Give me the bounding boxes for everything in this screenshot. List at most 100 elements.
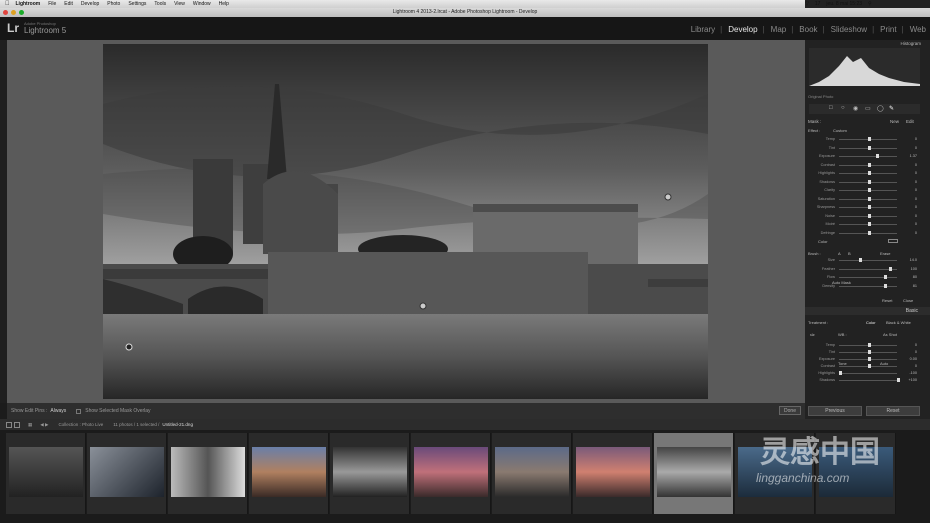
slider-track[interactable] xyxy=(839,156,897,157)
brush-erase-button[interactable]: Erase xyxy=(880,251,890,256)
filmstrip-file[interactable]: Untitled-21.dng xyxy=(162,422,193,427)
panel-reset-button[interactable]: Reset xyxy=(882,298,892,303)
slider-thumb[interactable] xyxy=(868,188,871,192)
menu-settings[interactable]: Settings xyxy=(128,1,146,7)
wb-select[interactable]: As Shot xyxy=(883,332,897,337)
slider-value[interactable]: 0 xyxy=(915,214,917,218)
histogram-header[interactable]: Histogram xyxy=(808,41,921,47)
thumbnail[interactable] xyxy=(492,433,572,514)
slider-thumb[interactable] xyxy=(876,154,879,158)
effect-select[interactable]: Custom xyxy=(833,128,847,133)
slider-track[interactable] xyxy=(839,260,897,261)
zoom-window-icon[interactable] xyxy=(19,10,24,15)
wifi-icon[interactable]: ▽ xyxy=(805,1,809,7)
main-photo[interactable] xyxy=(103,44,708,399)
left-panel-collapsed[interactable] xyxy=(0,40,7,403)
slider-thumb[interactable] xyxy=(868,171,871,175)
treatment-bw[interactable]: Black & White xyxy=(886,320,911,325)
menu-tools[interactable]: Tools xyxy=(154,1,166,7)
brush-a-button[interactable]: A xyxy=(838,251,841,256)
spot-removal-icon[interactable]: ○ xyxy=(841,105,845,111)
thumbnail[interactable] xyxy=(168,433,248,514)
thumbnail[interactable] xyxy=(6,433,86,514)
slider-thumb[interactable] xyxy=(868,179,871,184)
slider-value[interactable]: 0 xyxy=(915,350,917,354)
thumbnail[interactable] xyxy=(411,433,491,514)
menu-develop[interactable]: Develop xyxy=(81,1,99,7)
module-book[interactable]: Book xyxy=(799,25,817,34)
grid-icon[interactable]: ▦ xyxy=(28,422,32,428)
slider-value[interactable]: 14.0 xyxy=(910,258,917,262)
slider-value[interactable]: 0 xyxy=(915,146,917,150)
slider-value[interactable]: 0 xyxy=(915,231,917,235)
graduated-filter-icon[interactable]: ▭ xyxy=(865,105,871,112)
slider-thumb[interactable] xyxy=(868,137,871,141)
nav-arrows[interactable]: ◀ ▶ xyxy=(40,422,48,428)
search-icon[interactable]: ⚲ xyxy=(868,1,872,7)
slider-thumb[interactable] xyxy=(839,371,842,375)
slider-thumb[interactable] xyxy=(868,205,871,209)
menu-edit[interactable]: Edit xyxy=(64,1,73,7)
auto-mask-checkbox[interactable]: Auto Mask xyxy=(832,280,851,285)
module-slideshow[interactable]: Slideshow xyxy=(831,25,867,34)
slider-track[interactable] xyxy=(839,380,897,381)
slider-value[interactable]: -100 xyxy=(909,371,917,375)
menu-help[interactable]: Help xyxy=(219,1,229,7)
minimize-window-icon[interactable] xyxy=(11,10,16,15)
slider-thumb[interactable] xyxy=(897,378,900,382)
slider-value[interactable]: 100 xyxy=(911,267,917,271)
adjustment-brush-icon[interactable]: ✎ xyxy=(889,105,894,112)
module-develop[interactable]: Develop xyxy=(728,25,757,34)
panel-close-button[interactable]: Close xyxy=(903,298,913,303)
close-window-icon[interactable] xyxy=(3,10,8,15)
grid-view-icon[interactable] xyxy=(6,421,12,428)
edit-pin[interactable] xyxy=(419,302,427,310)
slider-value[interactable]: 0 xyxy=(915,171,917,175)
slider-thumb[interactable] xyxy=(868,196,871,201)
slider-value[interactable]: 0 xyxy=(915,163,917,167)
module-web[interactable]: Web xyxy=(910,25,926,34)
apple-icon[interactable]:  xyxy=(5,1,10,7)
menu-file[interactable]: File xyxy=(48,1,56,7)
slider-value[interactable]: 0 xyxy=(915,205,917,209)
module-print[interactable]: Print xyxy=(880,25,896,34)
show-edit-pins-select[interactable]: Always xyxy=(50,408,66,414)
slider-thumb[interactable] xyxy=(889,266,892,271)
slider-thumb[interactable] xyxy=(868,230,871,235)
previous-button[interactable]: Previous xyxy=(808,406,862,416)
crop-tool-icon[interactable]: □ xyxy=(829,105,833,111)
menu-view[interactable]: View xyxy=(174,1,185,7)
menu-photo[interactable]: Photo xyxy=(107,1,120,7)
slider-track[interactable] xyxy=(839,373,897,374)
basic-panel-header[interactable]: Basic xyxy=(805,307,930,315)
clock[interactable]: jeu. 8 mai 15:23 xyxy=(826,1,862,7)
original-photo-checkbox[interactable]: Original Photo xyxy=(808,94,921,100)
slider-value[interactable]: 0 xyxy=(915,180,917,184)
slider-value[interactable]: +100 xyxy=(908,378,917,382)
reset-button[interactable]: Reset xyxy=(866,406,920,416)
mask-overlay-checkbox[interactable] xyxy=(76,408,82,414)
thumbnail[interactable] xyxy=(330,433,410,514)
module-library[interactable]: Library xyxy=(691,25,715,34)
slider-thumb[interactable] xyxy=(868,162,871,167)
slider-thumb[interactable] xyxy=(868,222,871,226)
slider-value[interactable]: 0 xyxy=(915,188,917,192)
slider-thumb[interactable] xyxy=(868,145,871,150)
module-map[interactable]: Map xyxy=(771,25,787,34)
color-swatch[interactable] xyxy=(888,239,898,243)
slider-value[interactable]: 0 xyxy=(915,197,917,201)
slider-value[interactable]: 0 xyxy=(915,222,917,226)
slider-thumb[interactable] xyxy=(859,258,862,262)
thumbnail[interactable] xyxy=(87,433,167,514)
slider-thumb[interactable] xyxy=(868,343,871,347)
mask-new-button[interactable]: New xyxy=(890,119,899,124)
filmstrip-source[interactable]: Collection : Photo Live xyxy=(58,422,103,427)
edit-pin[interactable] xyxy=(664,193,672,201)
slider-value[interactable]: 80 xyxy=(913,275,917,279)
edit-pin-selected[interactable] xyxy=(125,343,133,351)
thumbnail[interactable] xyxy=(573,433,653,514)
slider-thumb[interactable] xyxy=(868,350,871,354)
tone-auto-button[interactable]: Auto xyxy=(880,361,888,366)
brush-b-button[interactable]: B xyxy=(848,251,851,256)
menu-app[interactable]: Lightroom xyxy=(16,1,41,7)
